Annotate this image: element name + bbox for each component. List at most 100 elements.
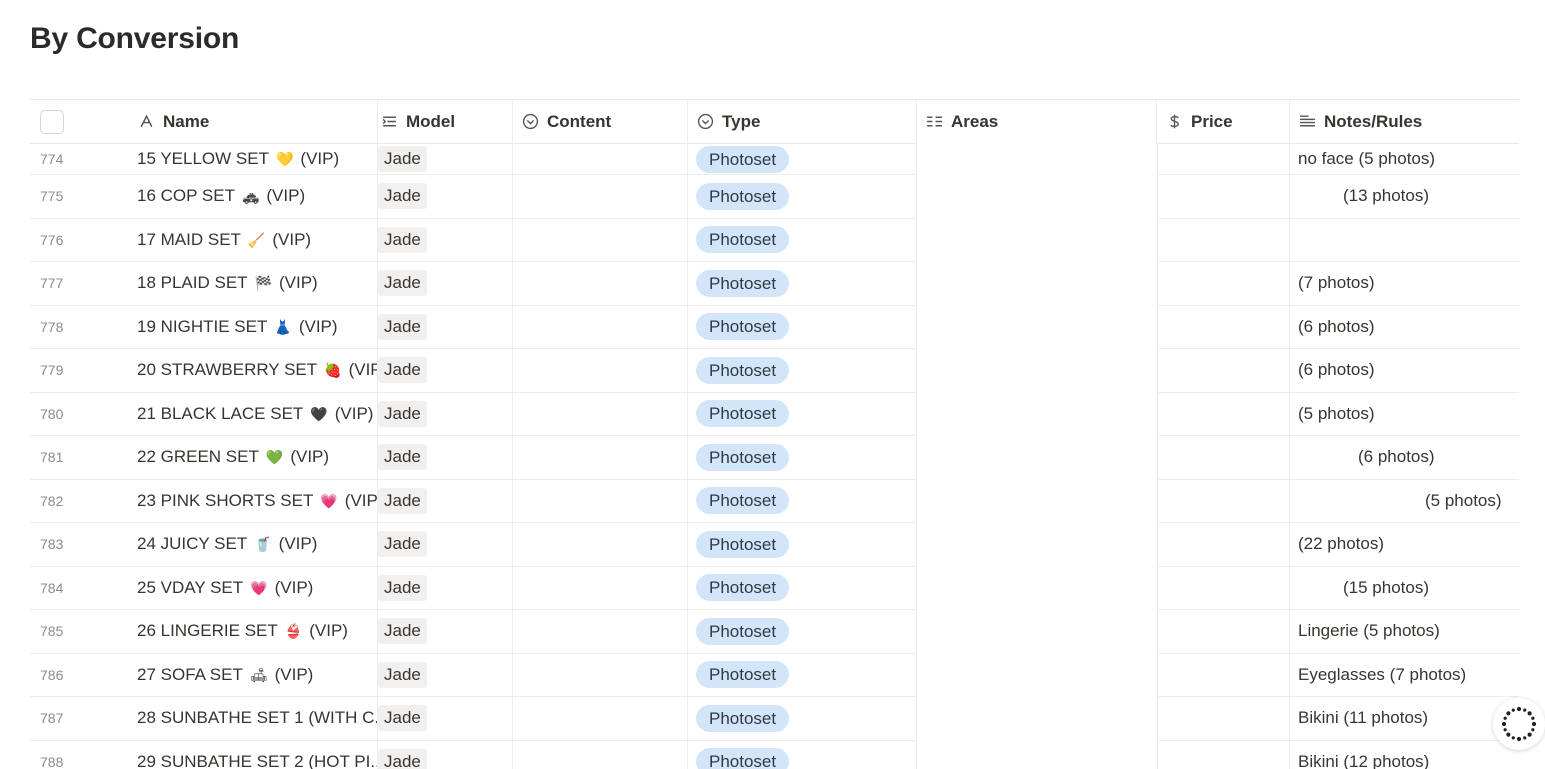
cell-name[interactable]: 21 BLACK LACE SET🖤(VIP) bbox=[135, 393, 378, 436]
cell-model[interactable]: Jade bbox=[378, 262, 513, 305]
cell-content[interactable] bbox=[513, 175, 688, 218]
cell-content[interactable] bbox=[513, 654, 688, 697]
cell-name[interactable]: 22 GREEN SET💚(VIP) bbox=[135, 436, 378, 479]
cell-notes[interactable]: (6 photos) bbox=[1290, 349, 1519, 392]
cell-price[interactable] bbox=[1157, 393, 1290, 436]
cell-content[interactable] bbox=[513, 697, 688, 740]
cell-model[interactable]: Jade bbox=[378, 306, 513, 349]
cell-price[interactable] bbox=[1157, 436, 1290, 479]
cell-name[interactable]: 28 SUNBATHE SET 1 (WITH C... bbox=[135, 697, 378, 740]
cell-notes[interactable]: (15 photos) bbox=[1290, 567, 1519, 610]
cell-price[interactable] bbox=[1157, 567, 1290, 610]
cell-content[interactable] bbox=[513, 741, 688, 769]
cell-type[interactable]: Photoset bbox=[688, 741, 917, 769]
cell-price[interactable] bbox=[1157, 697, 1290, 740]
table-row[interactable]: 77819 NIGHTIE SET👗(VIP)JadePhotoset(6 ph… bbox=[30, 306, 1519, 350]
cell-type[interactable]: Photoset bbox=[688, 175, 917, 218]
cell-type[interactable]: Photoset bbox=[688, 567, 917, 610]
cell-type[interactable]: Photoset bbox=[688, 654, 917, 697]
cell-price[interactable] bbox=[1157, 523, 1290, 566]
table-row[interactable]: 78728 SUNBATHE SET 1 (WITH C...JadePhoto… bbox=[30, 697, 1519, 741]
cell-price[interactable] bbox=[1157, 219, 1290, 262]
cell-price[interactable] bbox=[1157, 610, 1290, 653]
cell-name[interactable]: 20 STRAWBERRY SET🍓(VIP) bbox=[135, 349, 378, 392]
cell-name[interactable]: 17 MAID SET🧹(VIP) bbox=[135, 219, 378, 262]
table-row[interactable]: 78021 BLACK LACE SET🖤(VIP)JadePhotoset(5… bbox=[30, 393, 1519, 437]
table-row[interactable]: 77718 PLAID SET🏁(VIP)JadePhotoset(7 phot… bbox=[30, 262, 1519, 306]
cell-type[interactable]: Photoset bbox=[688, 436, 917, 479]
cell-name[interactable]: 26 LINGERIE SET👙(VIP) bbox=[135, 610, 378, 653]
cell-model[interactable]: Jade bbox=[378, 393, 513, 436]
cell-notes[interactable]: Bikini (11 photos) bbox=[1290, 697, 1519, 740]
cell-model[interactable]: Jade bbox=[378, 219, 513, 262]
cell-type[interactable]: Photoset bbox=[688, 306, 917, 349]
cell-content[interactable] bbox=[513, 349, 688, 392]
cell-type[interactable]: Photoset bbox=[688, 480, 917, 523]
table-row[interactable]: 77415 YELLOW SET💛(VIP)JadePhotosetno fac… bbox=[30, 144, 1519, 175]
cell-model[interactable]: Jade bbox=[378, 741, 513, 769]
cell-model[interactable]: Jade bbox=[378, 349, 513, 392]
table-row[interactable]: 78324 JUICY SET🥤(VIP)JadePhotoset(22 pho… bbox=[30, 523, 1519, 567]
cell-notes[interactable]: (6 photos) bbox=[1290, 306, 1519, 349]
cell-model[interactable]: Jade bbox=[378, 654, 513, 697]
cell-price[interactable] bbox=[1157, 480, 1290, 523]
cell-price[interactable] bbox=[1157, 306, 1290, 349]
select-all-checkbox[interactable] bbox=[40, 110, 64, 134]
cell-name[interactable]: 25 VDAY SET💗(VIP) bbox=[135, 567, 378, 610]
table-row[interactable]: 78223 PINK SHORTS SET💗(VIP)JadePhotoset(… bbox=[30, 480, 1519, 524]
cell-type[interactable]: Photoset bbox=[688, 349, 917, 392]
cell-model[interactable]: Jade bbox=[378, 436, 513, 479]
column-header-price[interactable]: Price bbox=[1157, 100, 1290, 143]
cell-name[interactable]: 19 NIGHTIE SET👗(VIP) bbox=[135, 306, 378, 349]
cell-model[interactable]: Jade bbox=[378, 480, 513, 523]
table-row[interactable]: 78122 GREEN SET💚(VIP)JadePhotoset(6 phot… bbox=[30, 436, 1519, 480]
cell-notes[interactable]: (13 photos) bbox=[1290, 175, 1519, 218]
column-header-model[interactable]: Model bbox=[378, 100, 513, 143]
cell-notes[interactable]: Lingerie (5 photos) bbox=[1290, 610, 1519, 653]
cell-content[interactable] bbox=[513, 523, 688, 566]
cell-name[interactable]: 27 SOFA SET🛋(VIP) bbox=[135, 654, 378, 697]
column-header-areas[interactable]: Areas bbox=[917, 100, 1157, 143]
column-header-content[interactable]: Content bbox=[513, 100, 688, 143]
cell-notes[interactable]: Eyeglasses (7 photos) bbox=[1290, 654, 1519, 697]
cell-type[interactable]: Photoset bbox=[688, 219, 917, 262]
cell-name[interactable]: 15 YELLOW SET💛(VIP) bbox=[135, 144, 378, 174]
cell-type[interactable]: Photoset bbox=[688, 523, 917, 566]
cell-content[interactable] bbox=[513, 567, 688, 610]
cell-notes[interactable]: no face (5 photos) bbox=[1290, 144, 1519, 174]
cell-model[interactable]: Jade bbox=[378, 697, 513, 740]
cell-type[interactable]: Photoset bbox=[688, 697, 917, 740]
cell-model[interactable]: Jade bbox=[378, 523, 513, 566]
cell-notes[interactable]: (5 photos) bbox=[1290, 393, 1519, 436]
table-row[interactable]: 78627 SOFA SET🛋(VIP)JadePhotosetEyeglass… bbox=[30, 654, 1519, 698]
cell-notes[interactable]: (6 photos) bbox=[1290, 436, 1519, 479]
cell-type[interactable]: Photoset bbox=[688, 262, 917, 305]
cell-content[interactable] bbox=[513, 262, 688, 305]
cell-name[interactable]: 29 SUNBATHE SET 2 (HOT PI... bbox=[135, 741, 378, 769]
cell-price[interactable] bbox=[1157, 175, 1290, 218]
table-row[interactable]: 78829 SUNBATHE SET 2 (HOT PI...JadePhoto… bbox=[30, 741, 1519, 769]
table-row[interactable]: 77516 COP SET🚓(VIP)JadePhotoset(13 photo… bbox=[30, 175, 1519, 219]
cell-price[interactable] bbox=[1157, 654, 1290, 697]
cell-name[interactable]: 23 PINK SHORTS SET💗(VIP) bbox=[135, 480, 378, 523]
cell-content[interactable] bbox=[513, 436, 688, 479]
table-row[interactable]: 78425 VDAY SET💗(VIP)JadePhotoset(15 phot… bbox=[30, 567, 1519, 611]
cell-type[interactable]: Photoset bbox=[688, 393, 917, 436]
cell-content[interactable] bbox=[513, 610, 688, 653]
cell-price[interactable] bbox=[1157, 144, 1290, 174]
cell-name[interactable]: 24 JUICY SET🥤(VIP) bbox=[135, 523, 378, 566]
column-header-type[interactable]: Type bbox=[688, 100, 917, 143]
cell-name[interactable]: 18 PLAID SET🏁(VIP) bbox=[135, 262, 378, 305]
cell-name[interactable]: 16 COP SET🚓(VIP) bbox=[135, 175, 378, 218]
cell-model[interactable]: Jade bbox=[378, 567, 513, 610]
table-row[interactable]: 77617 MAID SET🧹(VIP)JadePhotoset bbox=[30, 219, 1519, 263]
column-header-name[interactable]: Name bbox=[135, 100, 378, 143]
table-row[interactable]: 77920 STRAWBERRY SET🍓(VIP)JadePhotoset(6… bbox=[30, 349, 1519, 393]
cell-type[interactable]: Photoset bbox=[688, 610, 917, 653]
cell-notes[interactable] bbox=[1290, 219, 1519, 262]
cell-type[interactable]: Photoset bbox=[688, 144, 917, 174]
cell-notes[interactable]: (22 photos) bbox=[1290, 523, 1519, 566]
cell-content[interactable] bbox=[513, 306, 688, 349]
cell-notes[interactable]: (7 photos) bbox=[1290, 262, 1519, 305]
cell-content[interactable] bbox=[513, 219, 688, 262]
